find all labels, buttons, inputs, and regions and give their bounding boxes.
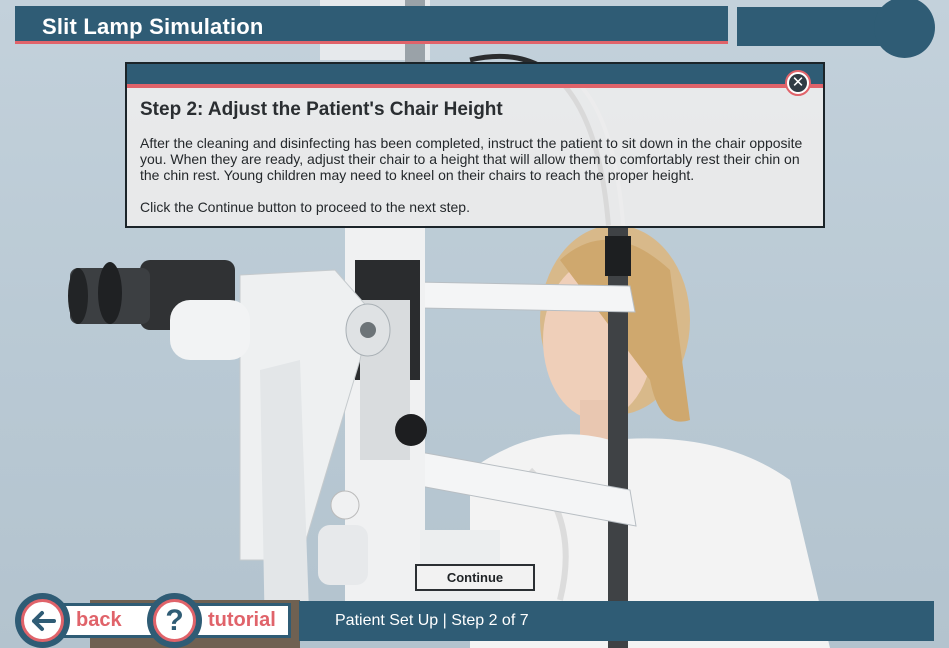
back-button[interactable]: back	[15, 593, 154, 648]
step-progress-text: Patient Set Up | Step 2 of 7	[335, 612, 529, 629]
tutorial-button-circle: ?	[147, 593, 202, 648]
dialog-close-button[interactable]: ✕	[785, 70, 811, 96]
status-bar: Patient Set Up | Step 2 of 7	[299, 601, 934, 641]
back-button-label: back	[76, 609, 122, 631]
tutorial-button[interactable]: ? tutorial	[147, 593, 292, 648]
title-bar: Slit Lamp Simulation	[15, 6, 728, 44]
dialog-paragraph-continue-hint: Click the Continue button to proceed to …	[140, 199, 470, 215]
question-mark-icon: ?	[153, 599, 196, 642]
dialog-header-bar	[127, 64, 823, 88]
tutorial-button-label: tutorial	[208, 609, 276, 631]
dialog-body: After the cleaning and disinfecting has …	[140, 135, 810, 215]
instruction-dialog: ✕ Step 2: Adjust the Patient's Chair Hei…	[125, 62, 825, 228]
dialog-title: Step 2: Adjust the Patient's Chair Heigh…	[140, 99, 503, 120]
app-title: Slit Lamp Simulation	[42, 14, 264, 39]
continue-button[interactable]: Continue	[415, 564, 535, 591]
dialog-paragraph-instructions: After the cleaning and disinfecting has …	[140, 135, 803, 183]
close-icon: ✕	[789, 74, 807, 92]
back-button-circle	[15, 593, 70, 648]
arrow-left-icon	[21, 599, 64, 642]
